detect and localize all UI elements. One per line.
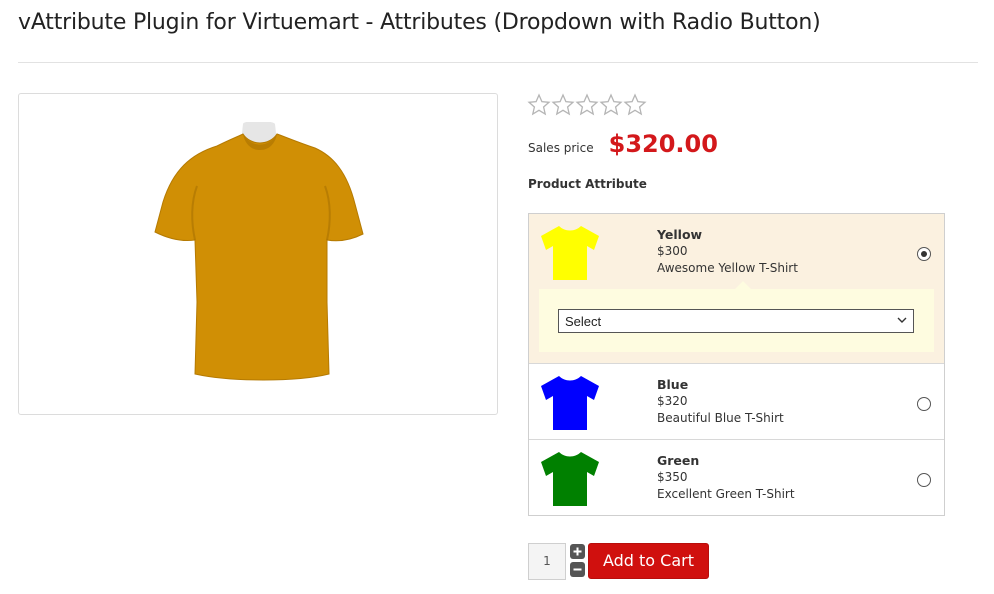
sales-price-label: Sales price bbox=[528, 141, 594, 155]
option-dropdown-panel: Select bbox=[539, 281, 934, 352]
blue-tshirt-icon bbox=[541, 376, 599, 430]
chevron-down-icon bbox=[897, 317, 907, 323]
star-icon bbox=[527, 93, 551, 116]
option-price: $350 bbox=[657, 470, 688, 484]
sales-price-value: $320.00 bbox=[608, 130, 718, 158]
green-tshirt-icon bbox=[541, 452, 599, 506]
yellow-radio-button[interactable] bbox=[917, 247, 931, 261]
option-select-dropdown[interactable]: Select bbox=[558, 309, 914, 333]
star-icon bbox=[575, 93, 599, 116]
star-icon bbox=[551, 93, 575, 116]
option-description: Beautiful Blue T-Shirt bbox=[657, 411, 784, 425]
title-divider bbox=[18, 62, 978, 63]
attribute-option-blue[interactable]: Blue $320 Beautiful Blue T-Shirt bbox=[529, 364, 944, 440]
option-description: Awesome Yellow T-Shirt bbox=[657, 261, 798, 275]
option-price: $320 bbox=[657, 394, 688, 408]
product-attribute-heading: Product Attribute bbox=[528, 177, 647, 191]
option-price: $300 bbox=[657, 244, 688, 258]
add-to-cart-button[interactable]: Add to Cart bbox=[588, 543, 709, 579]
blue-radio-button[interactable] bbox=[917, 397, 931, 411]
attribute-option-green[interactable]: Green $350 Excellent Green T-Shirt bbox=[529, 440, 944, 516]
page-title: vAttribute Plugin for Virtuemart - Attri… bbox=[18, 10, 821, 35]
quantity-input[interactable]: 1 bbox=[528, 543, 566, 580]
yellow-tshirt-icon bbox=[541, 226, 599, 280]
star-icon bbox=[623, 93, 647, 116]
product-tshirt-image bbox=[154, 122, 364, 381]
select-value: Select bbox=[565, 314, 602, 329]
option-name: Green bbox=[657, 453, 700, 468]
green-radio-button[interactable] bbox=[917, 473, 931, 487]
option-description: Excellent Green T-Shirt bbox=[657, 487, 795, 501]
star-icon bbox=[599, 93, 623, 116]
minus-icon[interactable] bbox=[570, 562, 585, 577]
option-name: Blue bbox=[657, 377, 689, 392]
price-row: Sales price $320.00 bbox=[528, 130, 718, 158]
plus-icon[interactable] bbox=[570, 544, 585, 559]
product-image-frame[interactable] bbox=[18, 93, 498, 415]
star-rating bbox=[527, 93, 647, 117]
option-name: Yellow bbox=[657, 227, 703, 242]
attribute-option-list: Yellow $300 Awesome Yellow T-Shirt Selec… bbox=[528, 213, 945, 516]
attribute-option-yellow[interactable]: Yellow $300 Awesome Yellow T-Shirt Selec… bbox=[529, 214, 944, 364]
